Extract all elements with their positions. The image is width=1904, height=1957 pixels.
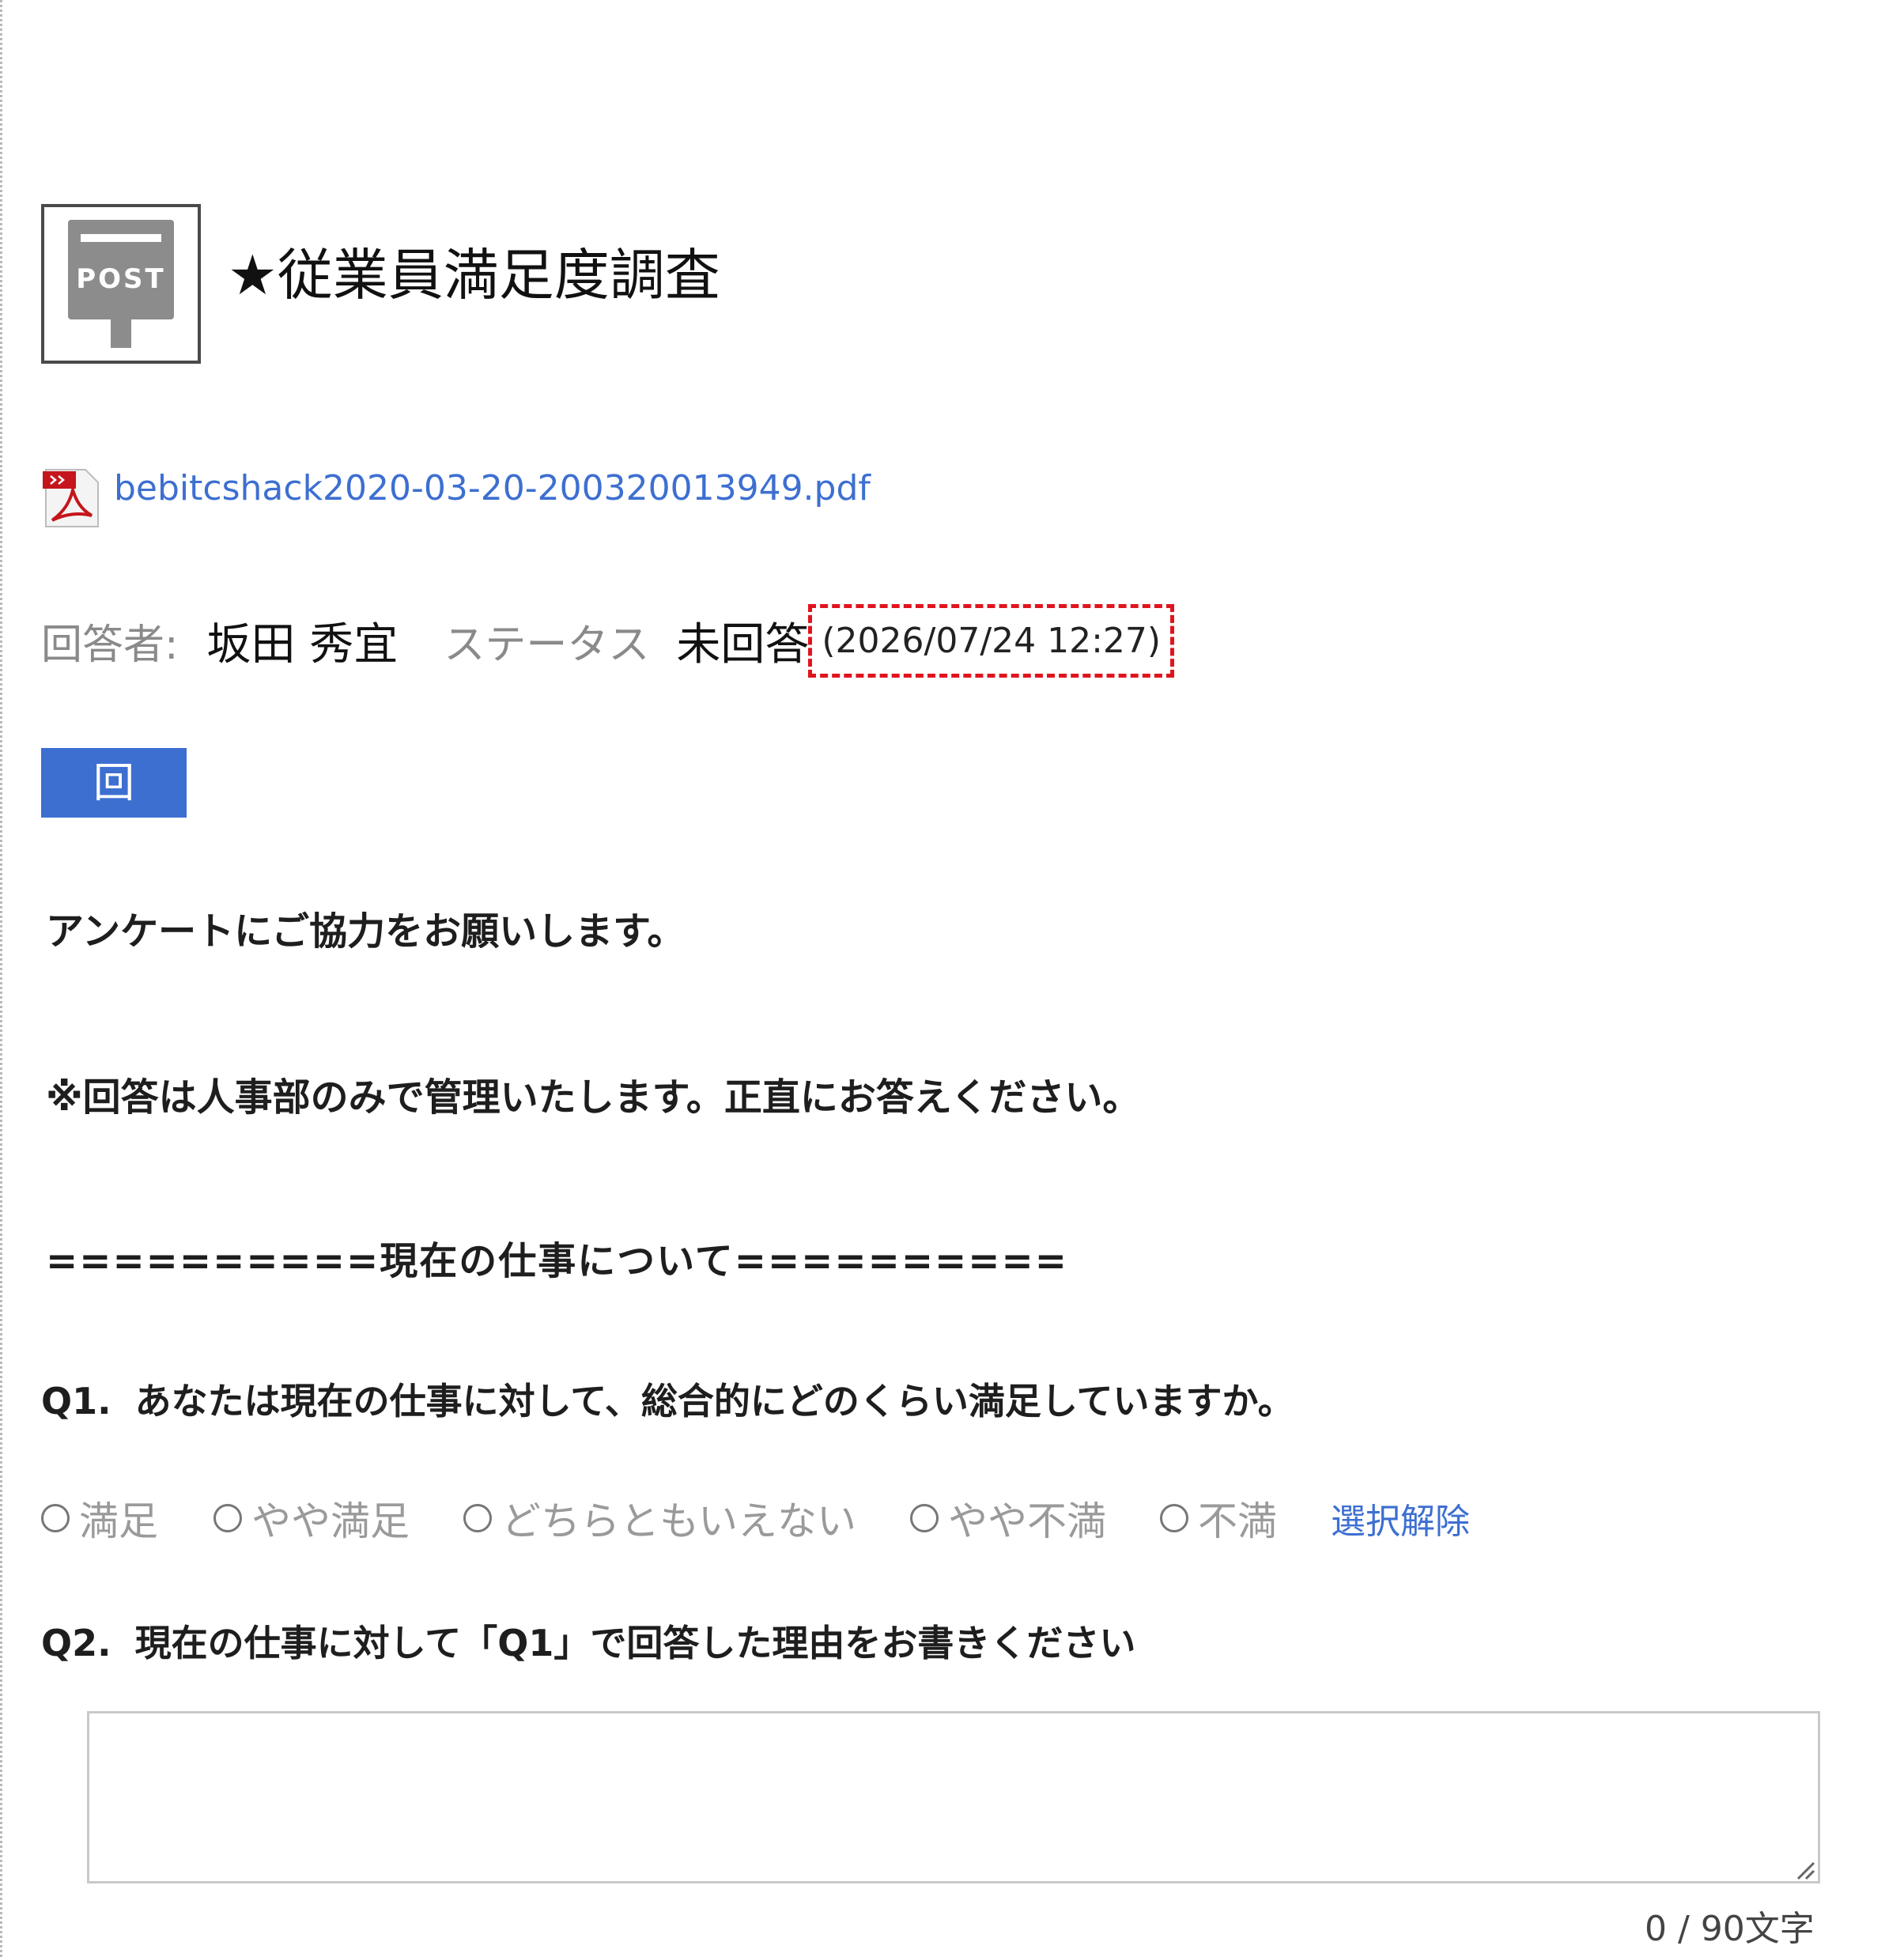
char-counter: 0 / 90文字 bbox=[1645, 1909, 1815, 1949]
answer-button[interactable]: 回答 bbox=[41, 748, 187, 876]
radio-button-icon[interactable] bbox=[213, 1504, 242, 1532]
question-2-text: 現在の仕事に対して「Q1」で回答した理由をお書きください bbox=[134, 1622, 1136, 1664]
q2-answer-textarea[interactable] bbox=[87, 1711, 1820, 1883]
question-2: Q2. 現在の仕事に対して「Q1」で回答した理由をお書きください bbox=[41, 1615, 1135, 1671]
attachment-link[interactable]: bebitcshack2020-03-20-200320013949.pdf bbox=[114, 463, 871, 514]
page-title: ★従業員満足度調査 bbox=[228, 243, 720, 308]
clear-selection-link[interactable]: 選択解除 bbox=[1331, 1493, 1470, 1543]
respondent-status-row: 回答者: 坂田 秀宜 ステータス 未回答 (2026/07/24 12:27) bbox=[41, 603, 1175, 678]
radio-button-icon[interactable] bbox=[910, 1504, 939, 1532]
svg-text:POST: POST bbox=[76, 263, 166, 295]
status-timestamp: (2026/07/24 12:27) bbox=[808, 603, 1175, 678]
pdf-file-icon[interactable] bbox=[41, 467, 103, 530]
question-1-options: 満足 やや満足 どちらともいえない やや不満 不満 選択解除 bbox=[41, 1487, 1470, 1550]
page-left-border bbox=[0, 0, 2, 1957]
section-heading: ==========現在の仕事について========== bbox=[46, 1239, 1068, 1283]
post-mailbox-icon: POST bbox=[41, 204, 201, 364]
option-dissatisfied[interactable]: 不満 bbox=[1160, 1490, 1277, 1547]
option-label: やや不満 bbox=[948, 1498, 1106, 1544]
option-label: 不満 bbox=[1198, 1498, 1277, 1544]
question-2-number: Q2. bbox=[41, 1622, 111, 1664]
survey-intro-text: アンケートにご協力をお願いします。 bbox=[46, 909, 686, 954]
radio-button-icon[interactable] bbox=[463, 1504, 492, 1532]
question-1: Q1. あなたは現在の仕事に対して、総合的にどのくらい満足していますか。 bbox=[41, 1373, 1294, 1429]
option-label: どちらともいえない bbox=[501, 1498, 856, 1544]
radio-button-icon[interactable] bbox=[41, 1504, 70, 1532]
option-somewhat-dissatisfied[interactable]: やや不満 bbox=[910, 1490, 1106, 1547]
respondent-name: 坂田 秀宜 bbox=[206, 618, 399, 671]
option-label: やや満足 bbox=[251, 1498, 410, 1544]
option-satisfied[interactable]: 満足 bbox=[41, 1490, 158, 1547]
survey-note-text: ※回答は人事部のみで管理いたします。正直にお答えください。 bbox=[46, 1075, 1141, 1120]
option-somewhat-satisfied[interactable]: やや満足 bbox=[213, 1490, 410, 1547]
resize-handle-icon[interactable] bbox=[1793, 1858, 1815, 1880]
option-label: 満足 bbox=[79, 1498, 158, 1544]
question-1-text: あなたは現在の仕事に対して、総合的にどのくらい満足していますか。 bbox=[134, 1380, 1294, 1422]
question-1-number: Q1. bbox=[41, 1380, 111, 1422]
status-label: ステータス bbox=[444, 621, 650, 669]
status-value: 未回答 bbox=[676, 618, 810, 671]
option-neutral[interactable]: どちらともいえない bbox=[463, 1490, 856, 1547]
respondent-label: 回答者: bbox=[41, 621, 179, 669]
radio-button-icon[interactable] bbox=[1160, 1504, 1188, 1532]
